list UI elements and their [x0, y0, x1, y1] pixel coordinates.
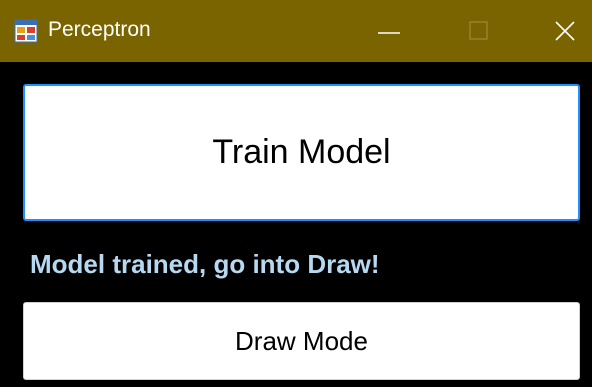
maximize-icon	[469, 21, 488, 40]
status-label: Model trained, go into Draw!	[30, 249, 380, 279]
app-form-icon	[14, 19, 38, 43]
train-model-button[interactable]: Train Model	[23, 84, 580, 221]
close-icon	[555, 21, 575, 41]
window-title: Perceptron	[48, 18, 151, 41]
close-button[interactable]	[536, 0, 592, 62]
maximize-button[interactable]	[451, 0, 507, 62]
app-window: Perceptron Train Model Model trained, go…	[0, 0, 592, 387]
draw-mode-button[interactable]: Draw Mode	[23, 302, 580, 380]
minimize-icon	[378, 32, 400, 34]
title-bar[interactable]: Perceptron	[0, 0, 592, 62]
form-client-area: Train Model Model trained, go into Draw!…	[0, 62, 592, 387]
minimize-button[interactable]	[361, 0, 417, 62]
